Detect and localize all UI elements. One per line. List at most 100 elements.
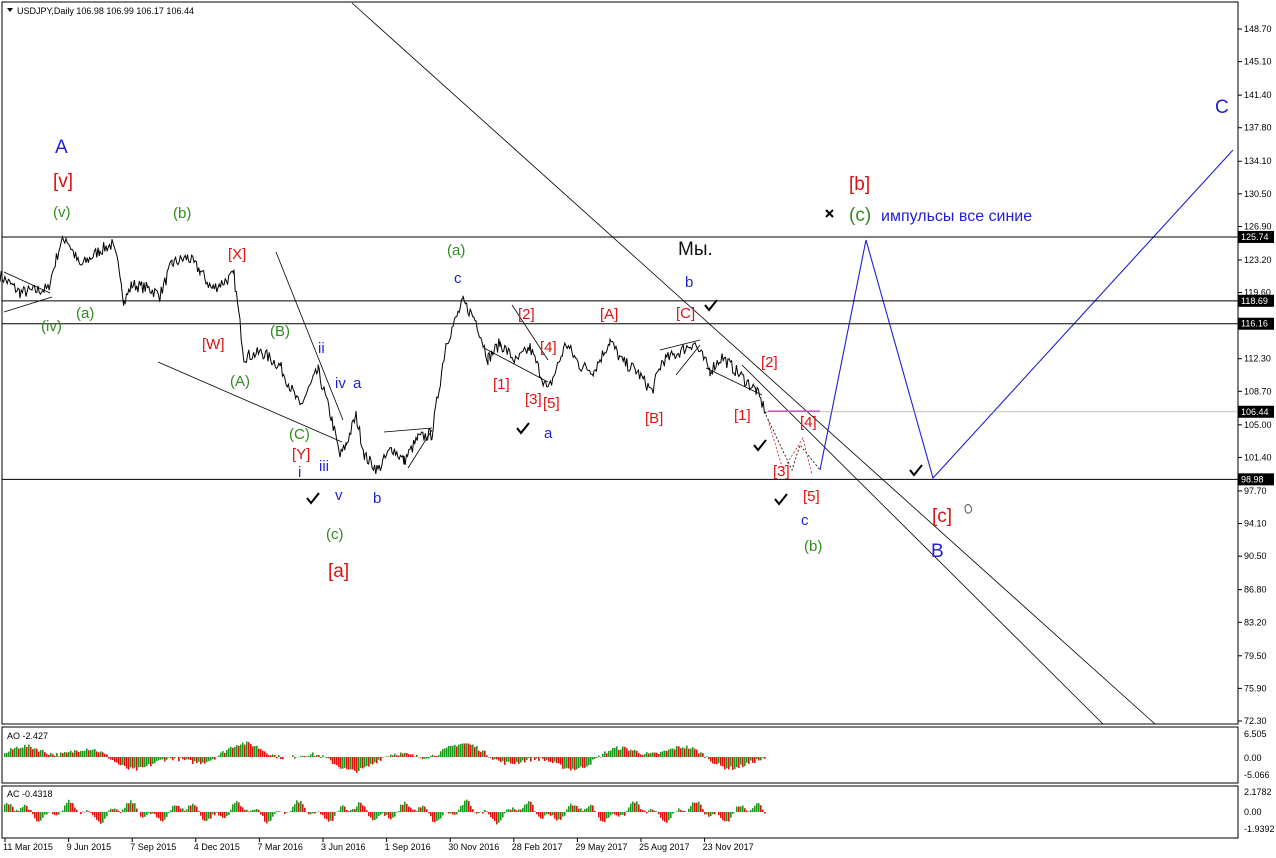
histogram-bar xyxy=(280,757,282,760)
histogram-bar xyxy=(712,812,714,815)
wave-label: [1] xyxy=(734,407,751,424)
histogram-bar xyxy=(320,757,322,758)
histogram-bar xyxy=(118,757,120,765)
histogram-bar xyxy=(530,757,532,762)
histogram-bar xyxy=(550,757,552,762)
histogram-bar xyxy=(116,757,118,763)
histogram-bar xyxy=(424,757,426,759)
wave-label: [4] xyxy=(540,339,557,356)
histogram-bar xyxy=(246,741,248,757)
histogram-bar xyxy=(212,812,214,815)
histogram-bar xyxy=(732,757,734,770)
histogram-bar xyxy=(172,757,174,761)
histogram-bar xyxy=(518,809,520,812)
histogram-bar xyxy=(190,805,192,812)
histogram-bar xyxy=(380,812,382,815)
histogram-bar xyxy=(374,812,376,821)
histogram-bar xyxy=(348,811,350,812)
histogram-bar xyxy=(694,802,696,812)
histogram-bar xyxy=(252,746,254,757)
wave-label: ii xyxy=(318,340,325,357)
histogram-bar xyxy=(172,805,174,812)
histogram-bar xyxy=(300,756,302,757)
usdjpy-chart[interactable]: USDJPY,Daily 106.98 106.99 106.17 106.44… xyxy=(0,0,1276,858)
histogram-bar xyxy=(680,748,682,757)
histogram-bar xyxy=(718,812,720,816)
histogram-bar xyxy=(76,809,78,812)
histogram-bar xyxy=(116,809,118,812)
histogram-bar xyxy=(360,757,362,768)
histogram-bar xyxy=(490,757,492,758)
histogram-bar xyxy=(208,757,210,762)
histogram-bar xyxy=(508,809,510,812)
price-badge-label: 98.98 xyxy=(1241,474,1264,484)
time-tick-label: 30 Nov 2016 xyxy=(448,842,499,852)
histogram-bar xyxy=(152,812,154,814)
histogram-bar xyxy=(94,749,96,757)
histogram-bar xyxy=(470,805,472,812)
histogram-bar xyxy=(28,744,30,757)
histogram-bar xyxy=(540,812,542,819)
histogram-bar xyxy=(174,757,176,759)
histogram-bar xyxy=(698,801,700,812)
histogram-bar xyxy=(56,752,58,757)
histogram-bar xyxy=(584,809,586,812)
histogram-bar xyxy=(358,802,360,812)
histogram-bar xyxy=(200,757,202,765)
wave-label: (a) xyxy=(76,305,94,322)
histogram-bar xyxy=(352,757,354,770)
histogram-bar xyxy=(756,757,758,760)
histogram-bar xyxy=(732,812,734,814)
histogram-bar xyxy=(194,757,196,762)
histogram-bar xyxy=(356,806,358,812)
histogram-bar xyxy=(108,757,110,759)
histogram-bar xyxy=(672,812,674,814)
histogram-bar xyxy=(442,812,444,816)
histogram-bar xyxy=(178,757,180,762)
histogram-bar xyxy=(266,753,268,757)
histogram-bar xyxy=(524,757,526,763)
histogram-bar xyxy=(452,812,454,815)
histogram-bar xyxy=(56,812,58,816)
histogram-bar xyxy=(314,756,316,757)
histogram-bar xyxy=(586,757,588,767)
histogram-bar xyxy=(680,809,682,812)
histogram-bar xyxy=(594,810,596,812)
indicator-tick-label: 0.00 xyxy=(1244,753,1262,763)
histogram-bar xyxy=(686,745,688,757)
histogram-bar xyxy=(560,812,562,820)
histogram-bar xyxy=(632,750,634,757)
histogram-bar xyxy=(232,747,234,757)
histogram-bar xyxy=(212,757,214,760)
histogram-bar xyxy=(612,748,614,757)
histogram-bar xyxy=(402,804,404,812)
histogram-bar xyxy=(12,806,14,812)
price-tick-label: 141.40 xyxy=(1244,90,1272,100)
histogram-bar xyxy=(32,749,34,757)
histogram-bar xyxy=(234,803,236,812)
histogram-bar xyxy=(556,812,558,821)
histogram-bar xyxy=(268,755,270,757)
histogram-bar xyxy=(124,757,126,766)
histogram-bar xyxy=(734,757,736,770)
histogram-bar xyxy=(132,757,134,769)
wave-label: (A) xyxy=(230,373,250,390)
histogram-bar xyxy=(226,750,228,757)
histogram-bar xyxy=(632,801,634,812)
price-tick-label: 148.70 xyxy=(1244,24,1272,34)
histogram-bar xyxy=(94,812,96,818)
histogram-bar xyxy=(522,807,524,812)
histogram-bar xyxy=(52,812,54,815)
histogram-bar xyxy=(564,757,566,769)
histogram-bar xyxy=(706,812,708,815)
time-tick-label: 7 Sep 2015 xyxy=(130,842,176,852)
histogram-bar xyxy=(756,803,758,812)
time-tick-label: 23 Nov 2017 xyxy=(703,842,754,852)
time-axis: 11 Mar 2015 9 Jun 2015 7 Sep 2015 4 Dec 201… xyxy=(3,838,754,852)
histogram-bar xyxy=(738,806,740,812)
histogram-bar xyxy=(20,808,22,812)
histogram-bar xyxy=(68,799,70,812)
histogram-bar xyxy=(430,755,432,757)
histogram-bar xyxy=(610,750,612,757)
wave-label: [3] xyxy=(773,463,790,480)
